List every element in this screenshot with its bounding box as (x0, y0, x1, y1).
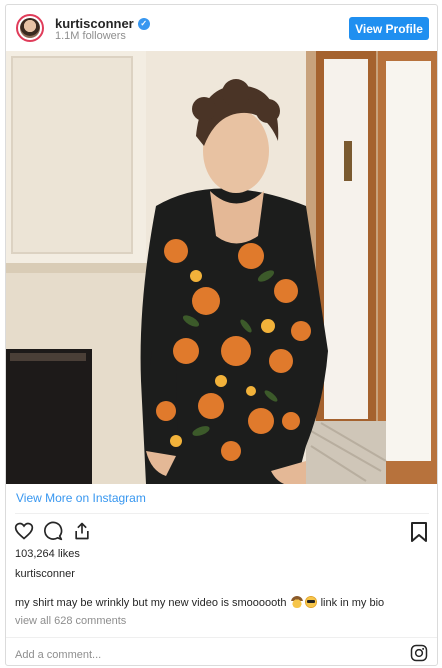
caption-text-end: link in my bio (320, 597, 385, 609)
add-comment-input[interactable]: Add a comment... (15, 649, 101, 661)
username[interactable]: kurtisconner (55, 16, 134, 31)
instagram-embed-card: kurtisconner ✓ 1.1M followers View Profi… (5, 4, 438, 666)
view-profile-button[interactable]: View Profile (349, 17, 429, 40)
share-icon[interactable] (72, 521, 92, 541)
heart-icon[interactable] (14, 521, 34, 541)
username-row: kurtisconner ✓ (55, 16, 150, 31)
post-photo-illustration (6, 51, 437, 484)
post-header: kurtisconner ✓ 1.1M followers View Profi… (6, 5, 437, 51)
divider (15, 513, 429, 514)
comment-icon[interactable] (43, 521, 63, 541)
caption: my shirt may be wrinkly but my new video… (15, 596, 384, 609)
bookmark-icon[interactable] (410, 522, 428, 542)
verified-badge-icon: ✓ (137, 17, 150, 30)
sunglasses-face-emoji-icon (304, 596, 317, 608)
view-all-comments-link[interactable]: view all 628 comments (15, 615, 126, 627)
caption-text: my shirt may be wrinkly but my new video… (15, 597, 287, 609)
avatar[interactable] (16, 14, 44, 42)
caption-username[interactable]: kurtisconner (15, 568, 75, 580)
view-more-on-instagram-link[interactable]: View More on Instagram (16, 491, 146, 505)
instagram-icon[interactable] (410, 644, 428, 662)
avatar-image (20, 18, 40, 38)
divider (6, 637, 437, 638)
post-photo[interactable] (6, 51, 437, 484)
cowboy-face-emoji-icon (290, 596, 303, 608)
follower-count: 1.1M followers (55, 30, 126, 42)
action-bar (14, 521, 92, 545)
like-count[interactable]: 103,264 likes (15, 548, 80, 560)
